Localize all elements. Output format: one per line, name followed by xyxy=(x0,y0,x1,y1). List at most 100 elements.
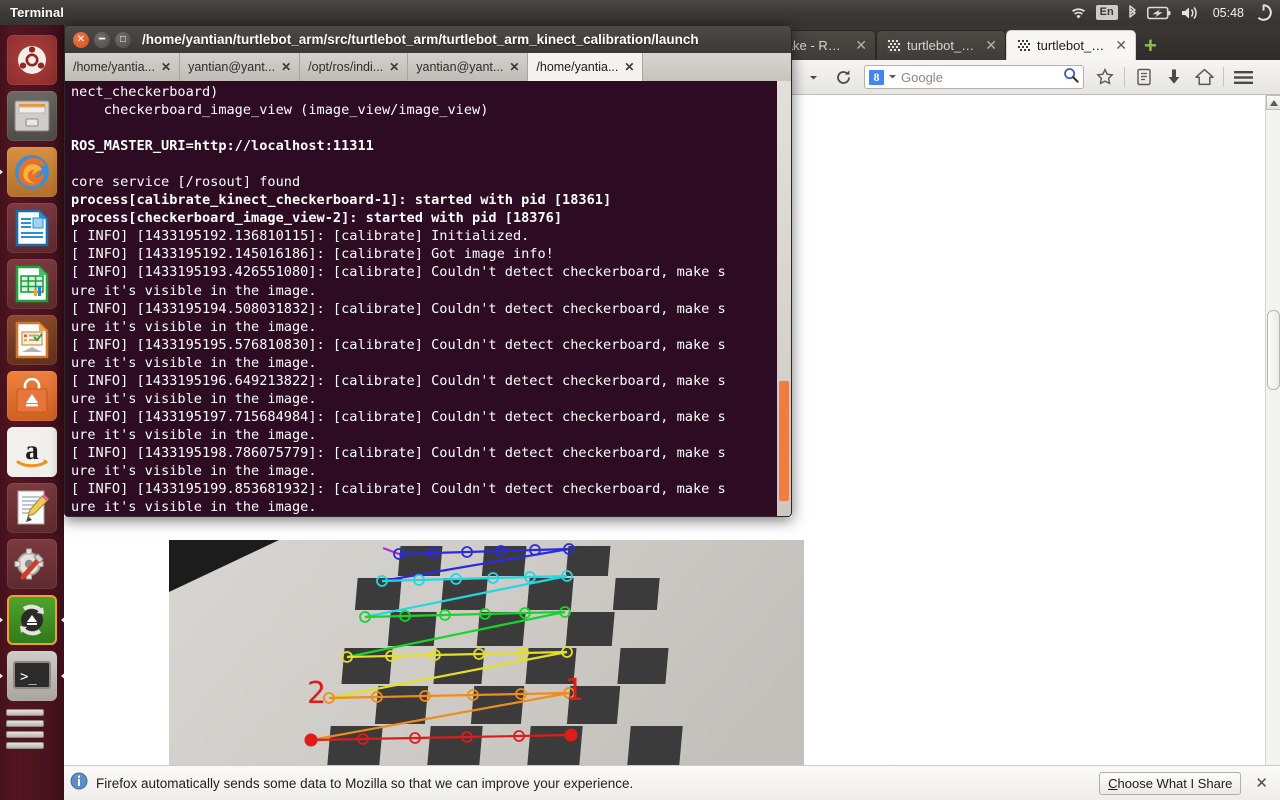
terminal-titlebar[interactable]: ✕ ━ □ /home/yantian/turtlebot_arm/src/tu… xyxy=(64,25,792,53)
window-stack-card xyxy=(6,709,44,716)
browser-tab-1[interactable]: turtlebot_kin... ✕ xyxy=(876,30,1006,60)
launcher-item-firefox[interactable] xyxy=(7,147,57,197)
terminal-line: core service [/rosout] found xyxy=(71,174,301,191)
terminal-output-area[interactable]: nect_checkerboard) checkerboard_image_vi… xyxy=(64,81,792,517)
terminal-tab-label: /home/yantia... xyxy=(536,60,619,74)
reader-list-icon[interactable] xyxy=(1131,65,1157,89)
close-icon[interactable]: ✕ xyxy=(281,60,291,74)
launcher-item-libreoffice-writer[interactable] xyxy=(7,203,57,253)
launcher-terminal-window-stack xyxy=(0,707,64,755)
unity-top-panel: Terminal En 05:48 xyxy=(0,0,1280,25)
corner-label-1: 1 xyxy=(565,673,584,708)
bluetooth-icon[interactable] xyxy=(1127,0,1138,25)
terminal-line: [ INFO] [1433195196.649213822]: [calibra… xyxy=(71,372,726,389)
terminal-tab-1[interactable]: yantian@yant... ✕ xyxy=(180,53,301,81)
choose-what-i-share-button[interactable]: Choose What I Share xyxy=(1099,771,1242,795)
close-icon[interactable]: ✕ xyxy=(1112,37,1127,54)
active-app-title[interactable]: Terminal xyxy=(10,5,64,20)
close-icon[interactable]: ✕ xyxy=(161,60,171,74)
choose-what-i-share-button-label-rest: hoose What I Share xyxy=(1117,775,1233,791)
window-stack-card xyxy=(6,742,44,749)
download-arrow-icon[interactable] xyxy=(1161,65,1187,89)
chevron-down-icon[interactable] xyxy=(888,68,897,86)
toolbar-separator xyxy=(1124,67,1125,87)
terminal-window: ✕ ━ □ /home/yantian/turtlebot_arm/src/tu… xyxy=(64,25,792,517)
wifi-icon[interactable] xyxy=(1070,0,1087,25)
browser-tab-label: turtlebot_kin... xyxy=(907,38,976,53)
terminal-tab-2[interactable]: /opt/ros/indi... ✕ xyxy=(300,53,409,81)
terminal-line: ure it's visible in the image. xyxy=(71,354,317,371)
svg-text:>_: >_ xyxy=(20,669,37,685)
window-stack-card xyxy=(6,731,44,738)
launcher-item-text-editor[interactable] xyxy=(7,483,57,533)
terminal-line: [ INFO] [1433195194.508031832]: [calibra… xyxy=(71,300,726,317)
close-icon[interactable]: ✕ xyxy=(624,60,634,74)
terminal-line: [ INFO] [1433195197.715684984]: [calibra… xyxy=(71,408,726,425)
scrollbar-thumb[interactable] xyxy=(1267,310,1280,390)
magnifier-icon[interactable] xyxy=(1063,67,1079,88)
launcher-item-software-updater[interactable] xyxy=(7,595,57,645)
close-icon[interactable]: ✕ xyxy=(509,60,519,74)
chevron-down-icon[interactable] xyxy=(800,65,826,89)
system-tray: En 05:48 xyxy=(1070,0,1280,25)
page-scrollbar[interactable] xyxy=(1265,95,1280,790)
terminal-tab-bar: /home/yantia... ✕ yantian@yant... ✕ /opt… xyxy=(64,53,792,81)
terminal-title: /home/yantian/turtlebot_arm/src/turtlebo… xyxy=(142,32,699,47)
star-icon[interactable] xyxy=(1092,65,1118,89)
terminal-scrollbar[interactable] xyxy=(777,81,791,516)
hamburger-menu-icon[interactable] xyxy=(1230,65,1256,89)
svg-text:a: a xyxy=(25,435,39,465)
search-input-text: Google xyxy=(901,69,943,85)
clock[interactable]: 05:48 xyxy=(1211,0,1246,25)
browser-tab-2[interactable]: turtlebot_kin... ✕ xyxy=(1006,30,1136,60)
launcher-item-system-settings[interactable] xyxy=(7,539,57,589)
close-icon[interactable]: ✕ xyxy=(982,37,997,54)
battery-charging-icon[interactable] xyxy=(1146,0,1171,25)
search-input[interactable]: 8 Google xyxy=(864,65,1084,89)
terminal-line: ure it's visible in the image. xyxy=(71,499,317,516)
terminal-tab-4[interactable]: /home/yantia... ✕ xyxy=(528,53,644,81)
checker-icon xyxy=(1017,38,1031,53)
terminal-line: ure it's visible in the image. xyxy=(71,318,317,335)
launcher-item-libreoffice-impress[interactable] xyxy=(7,315,57,365)
home-icon[interactable] xyxy=(1191,65,1217,89)
terminal-line: ure it's visible in the image. xyxy=(71,390,317,407)
terminal-output-text: nect_checkerboard) checkerboard_image_vi… xyxy=(69,83,791,516)
launcher-item-terminal[interactable]: >_ xyxy=(7,651,57,701)
terminal-tab-label: yantian@yant... xyxy=(188,60,276,74)
launcher-item-ubuntu-software-center[interactable] xyxy=(7,371,57,421)
launcher-item-files[interactable] xyxy=(7,91,57,141)
close-icon[interactable]: ✕ xyxy=(1249,774,1274,792)
reload-icon[interactable] xyxy=(830,65,856,89)
minimize-icon[interactable]: ━ xyxy=(94,31,110,48)
terminal-line: ure it's visible in the image. xyxy=(71,282,317,299)
close-icon[interactable]: ✕ xyxy=(852,37,867,54)
terminal-line: ure it's visible in the image. xyxy=(71,462,317,479)
maximize-icon[interactable]: □ xyxy=(115,31,131,48)
launcher-item-libreoffice-calc[interactable] xyxy=(7,259,57,309)
scroll-up-arrow-icon[interactable] xyxy=(1266,95,1280,110)
volume-icon[interactable] xyxy=(1180,0,1202,25)
terminal-tab-label: /home/yantia... xyxy=(73,60,155,74)
new-tab-button[interactable]: + xyxy=(1136,35,1165,60)
notification-message: Firefox automatically sends some data to… xyxy=(96,775,634,791)
terminal-tab-0[interactable]: /home/yantia... ✕ xyxy=(65,53,181,81)
corner-marker-1 xyxy=(564,728,578,742)
terminal-line: [ INFO] [1433195192.145016186]: [calibra… xyxy=(71,246,554,263)
firefox-notification-bar: Firefox automatically sends some data to… xyxy=(64,765,1280,800)
gear-icon[interactable] xyxy=(1255,0,1272,25)
terminal-line: process[checkerboard_image_view-2]: star… xyxy=(71,210,563,227)
terminal-line: [ INFO] [1433195199.853681932]: [calibra… xyxy=(71,481,726,498)
close-icon[interactable]: ✕ xyxy=(73,31,89,48)
terminal-line: [ INFO] [1433195192.136810115]: [calibra… xyxy=(71,228,530,245)
toolbar-separator xyxy=(1223,67,1224,87)
launcher-item-amazon[interactable]: a xyxy=(7,427,57,477)
terminal-scrollbar-thumb[interactable] xyxy=(779,381,789,501)
close-icon[interactable]: ✕ xyxy=(389,60,399,74)
keyboard-layout-indicator[interactable]: En xyxy=(1095,0,1118,25)
info-icon xyxy=(70,772,88,795)
terminal-tab-3[interactable]: yantian@yant... ✕ xyxy=(408,53,529,81)
launcher-item-ubuntu-dash[interactable] xyxy=(7,35,57,85)
terminal-tab-label: /opt/ros/indi... xyxy=(308,60,384,74)
